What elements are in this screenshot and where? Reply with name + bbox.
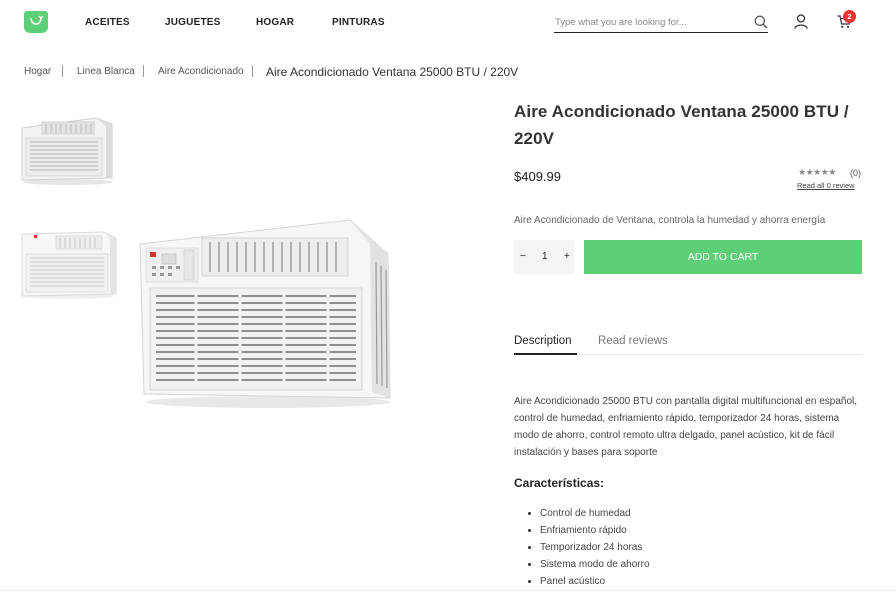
page-divider (0, 590, 896, 591)
quantity-value[interactable]: 1 (542, 251, 548, 262)
quantity-decrease-button[interactable]: − (520, 251, 526, 262)
nav-item-aceites[interactable]: ACEITES (85, 17, 130, 28)
nav-item-hogar[interactable]: HOGAR (256, 17, 294, 28)
active-tab-indicator (514, 353, 577, 355)
search-bar (554, 12, 768, 33)
cart-count-badge: 2 (843, 10, 856, 23)
user-icon[interactable] (794, 14, 808, 34)
search-input[interactable] (554, 12, 744, 33)
tab-description[interactable]: Description (514, 335, 572, 347)
product-thumbnail-1[interactable] (18, 112, 116, 191)
features-list: Control de humedad Enfriamiento rápido T… (528, 505, 650, 590)
breadcrumb-separator (62, 65, 63, 77)
rating-stars: ★★★★★ (798, 167, 836, 177)
breadcrumb-separator (252, 65, 253, 77)
product-title: Aire Acondicionado Ventana 25000 BTU / 2… (514, 102, 849, 148)
breadcrumb-aire-acondicionado[interactable]: Aire Acondicionado (158, 66, 244, 77)
feature-item: Panel acústico (528, 573, 650, 590)
product-thumbnail-2[interactable] (18, 226, 118, 305)
features-title: Características: (514, 476, 605, 490)
breadcrumb-current: Aire Acondicionado Ventana 25000 BTU / 2… (266, 65, 519, 79)
search-icon[interactable] (754, 15, 768, 34)
rating-count: (0) (850, 168, 861, 178)
product-main-image (136, 214, 398, 419)
logo-bag-icon[interactable] (24, 11, 48, 33)
tab-read-reviews[interactable]: Read reviews (598, 335, 668, 347)
add-to-cart-button[interactable]: ADD TO CART (584, 240, 862, 274)
quantity-increase-button[interactable]: + (564, 251, 570, 262)
quantity-stepper: − 1 + (514, 240, 574, 274)
product-long-description: Aire Acondicionado 25000 BTU con pantall… (514, 396, 858, 458)
product-short-description: Aire Acondicionado de Ventana, controla … (514, 215, 826, 226)
breadcrumb-linea-blanca[interactable]: Linea Blanca (77, 66, 135, 77)
nav-item-pinturas[interactable]: PINTURAS (332, 17, 385, 28)
feature-item: Control de humedad (528, 505, 650, 522)
breadcrumb-hogar[interactable]: Hogar (24, 66, 51, 77)
site-header: ACEITES JUGUETES HOGAR PINTURAS 2 (0, 0, 896, 44)
read-all-reviews-link[interactable]: Read all 0 review (797, 181, 855, 190)
breadcrumb-separator (143, 65, 144, 77)
feature-item: Enfriamiento rápido (528, 522, 650, 539)
feature-item: Sistema modo de ahorro (528, 556, 650, 573)
product-price: $409.99 (514, 169, 561, 184)
nav-item-juguetes[interactable]: JUGUETES (165, 17, 221, 28)
feature-item: Temporizador 24 horas (528, 539, 650, 556)
